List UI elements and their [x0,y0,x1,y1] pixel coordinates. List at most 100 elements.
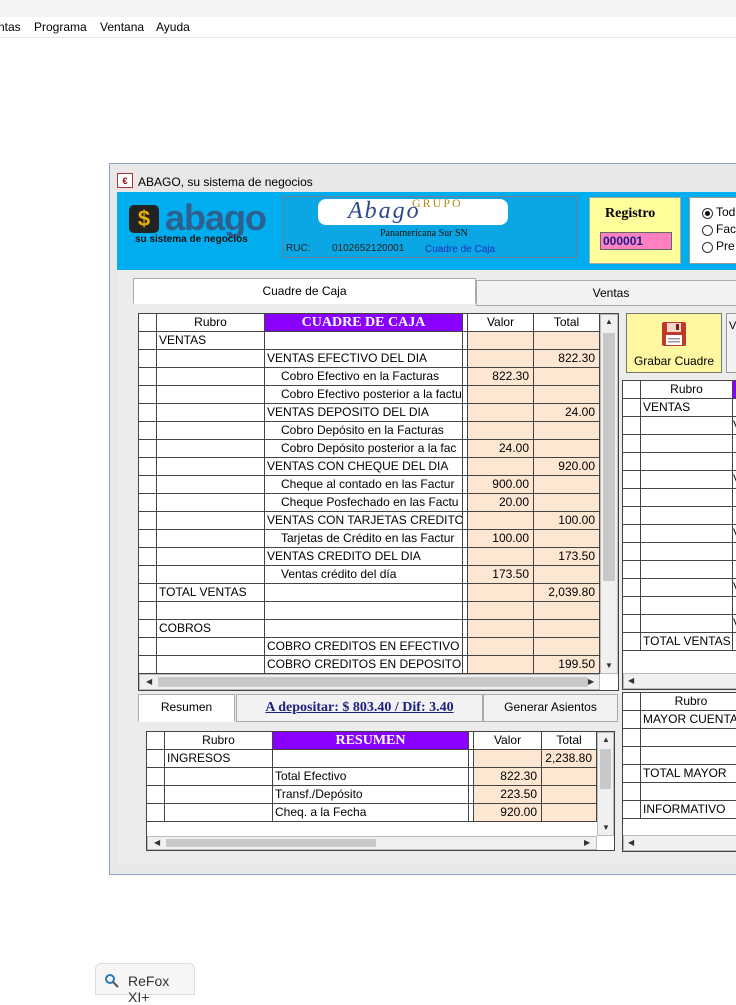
registro-field[interactable]: 000001 [600,232,672,250]
row-selector[interactable] [623,783,641,801]
cell-rubro[interactable] [641,579,733,597]
menu-item-programa[interactable]: Programa [34,20,87,34]
cell-rubro[interactable] [157,458,265,476]
col-header-resumen[interactable]: RESUMEN [273,732,469,750]
cell-valor[interactable] [468,332,534,350]
cell-detalle[interactable]: Cobro Depósito posterior a la fac [265,440,463,458]
cell-total[interactable] [534,476,600,494]
row-selector[interactable] [139,440,157,458]
cell-detalle[interactable] [265,620,463,638]
cell-rubro[interactable] [641,561,733,579]
cell-rubro[interactable] [641,435,733,453]
cell-rubro[interactable] [157,638,265,656]
row-selector[interactable] [623,597,641,615]
cell-rubro[interactable] [641,747,736,765]
row-selector[interactable] [623,765,641,783]
row-selector[interactable] [147,768,165,786]
cell-detalle[interactable] [265,602,463,620]
cell-valor[interactable] [468,602,534,620]
cell-rubro[interactable]: MAYOR CUENTA [641,711,736,729]
row-selector[interactable] [623,579,641,597]
cell-detalle[interactable]: Transf./Depósito [273,786,469,804]
tab-resumen[interactable]: Resumen [138,694,235,722]
scroll-thumb[interactable] [600,749,611,789]
row-selector[interactable] [623,507,641,525]
cell-detalle[interactable]: COBRO CREDITOS EN DEPOSITO [265,656,463,674]
cell-total[interactable]: 199.50 [534,656,600,674]
cell-detalle[interactable]: VENTAS CON TARJETAS CREDITO [265,512,463,530]
row-selector[interactable] [139,530,157,548]
cell-detalle[interactable]: Cheq. a la Fecha [273,804,469,822]
cell-rubro[interactable] [641,597,733,615]
app-icon[interactable]: € [117,173,133,188]
cell-detalle[interactable]: VENTAS CREDITO DEL DIA [265,548,463,566]
scroll-down-icon[interactable]: ▼ [605,661,613,670]
tab-generar-asientos[interactable]: Generar Asientos [483,694,618,722]
row-selector[interactable] [623,399,641,417]
cell-rubro[interactable] [641,453,733,471]
cell-total[interactable]: 920.00 [534,458,600,476]
col-header-valor[interactable]: Valor [468,314,534,332]
cell-rubro[interactable] [641,783,736,801]
cell-detalle[interactable]: VENTAS DEPOSITO DEL DIA [265,404,463,422]
cuadre-vscroll[interactable]: ▲ ▼ [600,314,618,674]
row-selector[interactable] [139,350,157,368]
cell-total[interactable] [534,440,600,458]
cell-valor[interactable]: 822.30 [468,368,534,386]
cell-valor[interactable] [468,638,534,656]
col-header-rubro[interactable]: Rubro [641,381,733,399]
filter-radio-facturas[interactable] [702,225,713,236]
cell-total[interactable] [534,602,600,620]
cell-total[interactable] [534,386,600,404]
col-header-total[interactable]: Total [542,732,597,750]
row-selector[interactable] [623,801,641,819]
hscroll-thumb[interactable] [158,677,588,687]
cell-rubro[interactable] [157,404,265,422]
scroll-left-icon[interactable]: ◀ [628,676,634,685]
cell-total[interactable] [534,566,600,584]
cell-rubro[interactable] [157,422,265,440]
cell-total[interactable]: 24.00 [534,404,600,422]
cell-detalle[interactable]: VENTAS EFECTIVO DEL DIA [265,350,463,368]
cell-rubro[interactable]: INFORMATIVO [641,801,736,819]
row-selector[interactable] [623,489,641,507]
cell-valor[interactable] [468,386,534,404]
scroll-left-icon[interactable]: ◀ [146,677,152,686]
row-selector[interactable] [139,332,157,350]
row-selector[interactable] [139,458,157,476]
scroll-left-icon[interactable]: ◀ [154,838,160,847]
row-selector[interactable] [139,494,157,512]
row-selector[interactable] [139,476,157,494]
row-selector[interactable] [623,633,641,651]
tab-cuadre-de-caja[interactable]: Cuadre de Caja [133,278,476,304]
cell-rubro[interactable] [641,525,733,543]
cell-rubro[interactable] [165,768,273,786]
cell-detalle[interactable] [273,750,469,768]
resumen-vscroll[interactable]: ▲ ▼ [597,732,614,836]
cell-rubro[interactable] [157,350,265,368]
cell-rubro[interactable] [157,656,265,674]
row-selector[interactable] [139,656,157,674]
menu-item-ayuda[interactable]: Ayuda [156,20,190,34]
cell-rubro[interactable]: TOTAL VENTAS [157,584,265,602]
cell-rubro[interactable] [157,494,265,512]
cell-valor[interactable]: 100.00 [468,530,534,548]
resumen-hscroll[interactable]: ◀ ▶ [147,836,597,850]
cell-rubro[interactable] [165,786,273,804]
cell-rubro[interactable] [641,729,736,747]
cell-total[interactable] [534,638,600,656]
cell-total[interactable] [534,332,600,350]
scroll-right-icon[interactable]: ▶ [588,677,594,686]
cell-total[interactable] [534,494,600,512]
hscroll-thumb[interactable] [166,839,376,847]
row-selector[interactable] [623,543,641,561]
cell-rubro[interactable]: INGRESOS [165,750,273,768]
cell-valor[interactable]: 20.00 [468,494,534,512]
cell-total[interactable] [534,620,600,638]
cell-rubro[interactable] [641,489,733,507]
cell-detalle[interactable]: Tarjetas de Crédito en las Factur [265,530,463,548]
filter-radio-todos[interactable] [702,208,713,219]
cell-rubro[interactable] [157,368,265,386]
row-selector[interactable] [623,453,641,471]
scroll-up-icon[interactable]: ▲ [602,735,610,744]
